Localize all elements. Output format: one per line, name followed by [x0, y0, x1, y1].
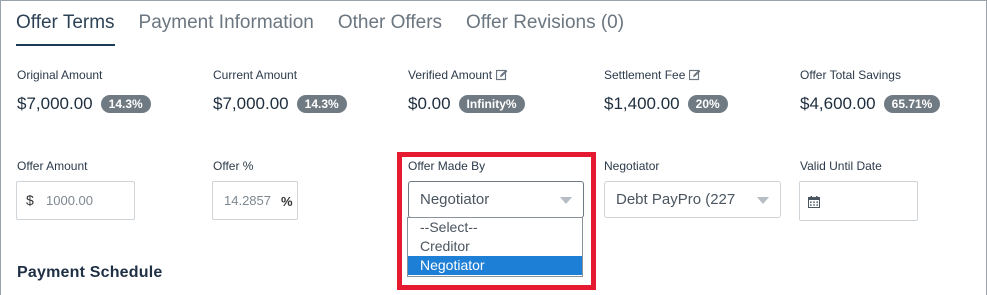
settlement-fee-stat: Settlement Fee $1,400.00 20% [604, 68, 794, 114]
settlement-fee-badge: 20% [687, 95, 728, 113]
payment-schedule-title: Payment Schedule [17, 264, 163, 281]
offer-percent-value: 14.2857 [224, 193, 271, 208]
percent-suffix: % [281, 194, 293, 209]
original-amount-value: $7,000.00 [17, 94, 93, 113]
tab-offer-revisions[interactable]: Offer Revisions (0) [466, 10, 624, 46]
tab-offer-terms[interactable]: Offer Terms [16, 10, 115, 46]
offer-total-savings-label: Offer Total Savings [800, 68, 901, 82]
verified-amount-label: Verified Amount [408, 68, 493, 82]
settlement-fee-value: $1,400.00 [604, 94, 680, 113]
original-amount-stat: Original Amount $7,000.00 14.3% [17, 68, 207, 114]
offer-total-savings-badge: 65.71% [883, 95, 941, 113]
verified-amount-stat: Verified Amount $0.00 Infinity% [408, 68, 598, 114]
edit-icon[interactable] [496, 69, 508, 81]
offer-amount-label: Offer Amount [17, 159, 88, 173]
offer-amount-field[interactable]: $ 1000.00 [16, 181, 135, 220]
valid-until-date-field[interactable] [799, 181, 918, 221]
verified-amount-value: $0.00 [408, 94, 451, 113]
currency-prefix: $ [26, 192, 34, 208]
current-amount-badge: 14.3% [296, 95, 347, 113]
settlement-fee-label: Settlement Fee [604, 68, 686, 82]
verified-amount-badge: Infinity% [458, 95, 525, 113]
offer-amount-value: 1000.00 [46, 193, 93, 208]
negotiator-label: Negotiator [604, 159, 660, 173]
highlight-box [397, 152, 596, 290]
current-amount-label: Current Amount [213, 68, 298, 82]
edit-icon[interactable] [689, 69, 701, 81]
offer-percent-label: Offer % [213, 159, 254, 173]
valid-until-date-label: Valid Until Date [800, 159, 882, 173]
tab-other-offers[interactable]: Other Offers [338, 10, 442, 46]
offer-total-savings-value: $4,600.00 [800, 94, 876, 113]
offer-percent-field[interactable]: 14.2857 % [212, 181, 298, 220]
current-amount-value: $7,000.00 [213, 94, 289, 113]
original-amount-badge: 14.3% [100, 95, 151, 113]
negotiator-select[interactable]: Debt PayPro (2272 [604, 181, 781, 218]
current-amount-stat: Current Amount $7,000.00 14.3% [213, 68, 403, 114]
chevron-down-icon [757, 197, 769, 204]
tab-payment-information[interactable]: Payment Information [139, 10, 314, 46]
offer-total-savings-stat: Offer Total Savings $4,600.00 65.71% [800, 68, 987, 114]
negotiator-selected: Debt PayPro (2272 [616, 191, 744, 208]
original-amount-label: Original Amount [17, 68, 103, 82]
calendar-icon [808, 196, 820, 208]
tab-bar: Offer Terms Payment Information Other Of… [16, 10, 624, 46]
